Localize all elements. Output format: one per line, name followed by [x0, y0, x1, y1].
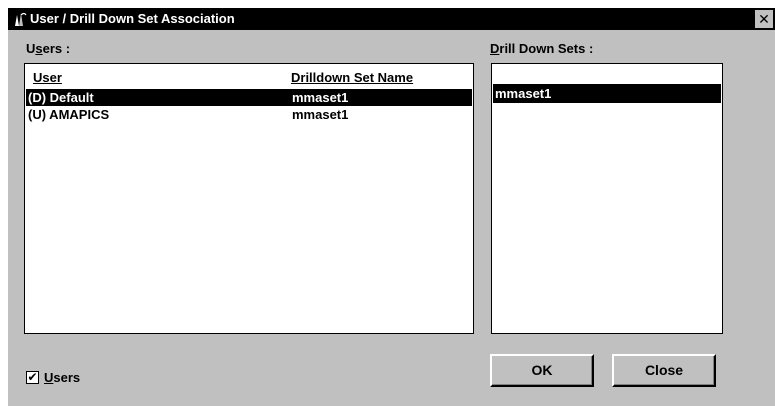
list-item-label: mmaset1 [495, 86, 552, 101]
dialog-window: User / Drill Down Set Association ✕ User… [8, 8, 775, 406]
set-cell: mmaset1 [292, 107, 349, 122]
users-group-label: Users : [26, 41, 71, 56]
users-checkbox-label[interactable]: Users [44, 370, 80, 385]
title-bar[interactable]: User / Drill Down Set Association ✕ [8, 8, 775, 30]
user-cell: (D) Default [28, 90, 94, 105]
user-cell: (U) AMAPICS [28, 107, 110, 122]
close-icon[interactable]: ✕ [755, 10, 773, 28]
drill-down-sets-label: Drill Down Sets : [490, 41, 594, 56]
app-logo-icon [12, 11, 28, 27]
close-button[interactable]: Close [612, 354, 716, 387]
table-row[interactable]: (U) AMAPICS mmaset1 [26, 106, 472, 123]
column-header-user[interactable]: User [33, 70, 62, 85]
set-cell: mmaset1 [292, 90, 349, 105]
column-header-drilldown-set-name[interactable]: Drilldown Set Name [291, 70, 413, 85]
users-checkbox[interactable]: ✔ [26, 371, 39, 384]
table-row[interactable]: (D) Default mmaset1 [26, 89, 472, 106]
window-title: User / Drill Down Set Association [30, 11, 235, 26]
drill-down-sets-listbox[interactable]: mmaset1 [491, 63, 723, 334]
list-item[interactable] [493, 66, 721, 83]
list-item[interactable]: mmaset1 [493, 84, 721, 103]
ok-button[interactable]: OK [490, 354, 594, 387]
users-listbox[interactable]: User Drilldown Set Name (D) Default mmas… [24, 63, 474, 334]
